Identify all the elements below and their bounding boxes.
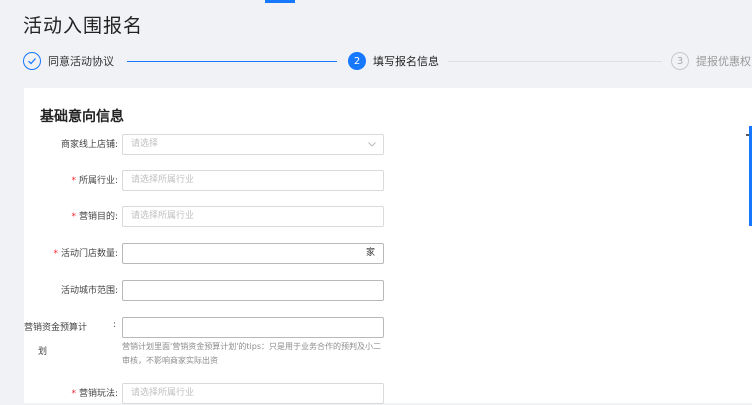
- city-scope-label: 活动城市范围:: [60, 286, 118, 296]
- top-tab-indicator: [265, 0, 295, 3]
- store-count-input[interactable]: 家: [122, 243, 384, 264]
- step-label: 提报优惠权: [696, 55, 751, 68]
- industry-placeholder: 请选择所属行业: [131, 175, 195, 185]
- step-label: 同意活动协议: [48, 55, 114, 68]
- store-count-suffix: 家: [365, 248, 375, 258]
- purpose-select[interactable]: 请选择所属行业: [122, 206, 384, 227]
- industry-select[interactable]: 请选择所属行业: [122, 170, 384, 191]
- industry-label: * 所属行业:: [71, 176, 118, 186]
- purpose-placeholder: 请选择所属行业: [131, 211, 195, 221]
- page-title: 活动入围报名: [23, 15, 144, 37]
- city-scope-row: 活动城市范围:: [24, 280, 424, 302]
- step-number: 2: [348, 52, 366, 70]
- step-connector: [127, 61, 337, 62]
- purpose-label: * 营销目的:: [71, 212, 118, 222]
- store-row: 商家线上店铺: 请选择: [24, 134, 424, 156]
- play-select[interactable]: 请选择所属行业: [122, 383, 384, 404]
- city-scope-input[interactable]: [122, 280, 384, 301]
- industry-row: * 所属行业: 请选择所属行业: [24, 170, 424, 192]
- store-count-row: * 活动门店数量: 家: [24, 243, 424, 265]
- section-title: 基础意向信息: [40, 109, 124, 125]
- store-count-label: * 活动门店数量:: [53, 249, 118, 259]
- play-row: * 营销玩法: 请选择所属行业: [24, 383, 424, 405]
- step-fill-info: 2 填写报名信息: [348, 52, 439, 70]
- form-card: 基础意向信息 商家线上店铺: 请选择 * 所属行业: 请选择所属行业 * 营销目的:…: [24, 88, 752, 405]
- budget-input[interactable]: [122, 317, 384, 338]
- budget-hint: 营销计划里面'营销资金预算计划'的tips：只是用于业务合作的预判及小二审核，不…: [122, 342, 382, 365]
- step-submit-offer: 3 提报优惠权: [671, 52, 751, 70]
- store-label: 商家线上店铺:: [60, 140, 118, 150]
- play-placeholder: 请选择所属行业: [131, 388, 195, 398]
- step-agree-protocol: 同意活动协议: [23, 52, 114, 70]
- play-label: * 营销玩法:: [71, 389, 118, 399]
- store-select[interactable]: 请选择: [122, 134, 384, 155]
- step-number: 3: [671, 52, 689, 70]
- step-label: 填写报名信息: [373, 55, 439, 68]
- step-connector: [448, 61, 662, 62]
- chevron-down-icon: [367, 135, 377, 161]
- store-placeholder: 请选择: [131, 139, 159, 149]
- check-icon: [23, 52, 41, 70]
- purpose-row: * 营销目的: 请选择所属行业: [24, 206, 424, 228]
